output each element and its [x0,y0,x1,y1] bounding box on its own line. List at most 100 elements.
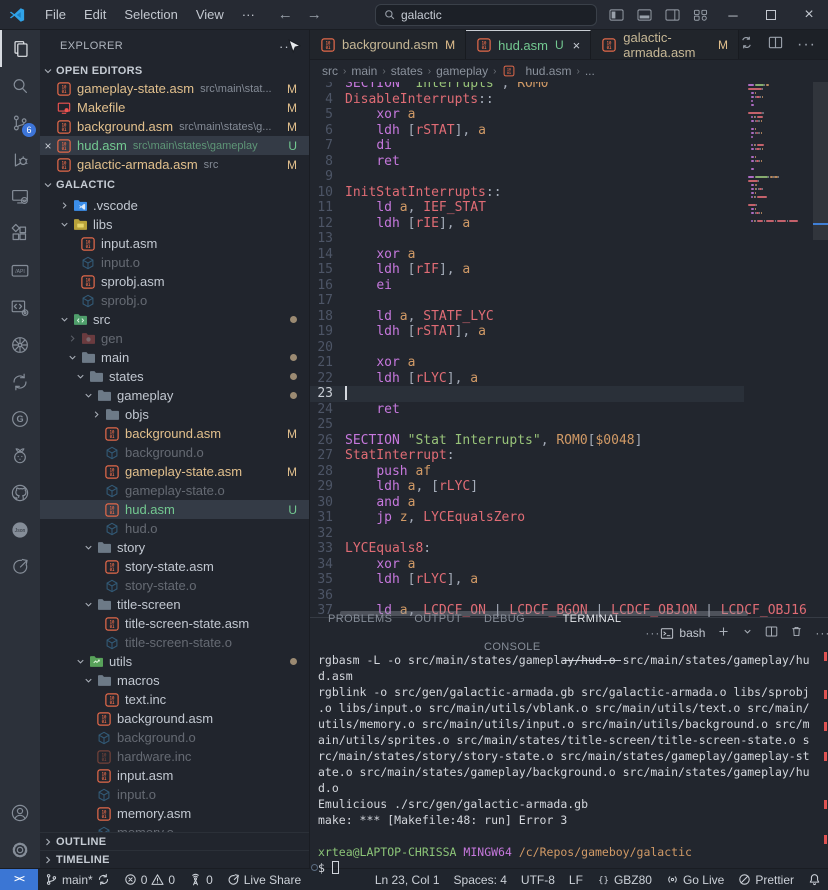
tree-folder-item[interactable]: utils [40,652,309,671]
activity-kubernetes-icon[interactable] [0,326,40,363]
code-editor[interactable]: 3SECTION "Interrupts", ROM04DisableInter… [310,82,828,617]
breadcrumb-item[interactable]: gameplay [436,64,488,78]
tree-file-item[interactable]: story-state.o [40,576,309,595]
tree-file-item[interactable]: 1001input.asm [40,234,309,253]
tree-file-item[interactable]: 1001title-screen-state.asm [40,614,309,633]
open-editor-item[interactable]: ×1001hud.asmsrc\main\states\gameplayU [40,136,309,155]
activity-run-debug-icon[interactable] [0,141,40,178]
menu-edit[interactable]: Edit [75,0,115,30]
tree-folder-item[interactable]: gameplay [40,386,309,405]
close-editor-icon[interactable]: × [40,139,56,153]
breadcrumb-item[interactable]: hud.asm [525,64,571,78]
activity-json-icon[interactable]: Json [0,511,40,548]
terminal-input-line[interactable]: $ [318,860,828,876]
remote-indicator[interactable]: >< [0,869,38,890]
activity-remote-explorer-icon[interactable] [0,178,40,215]
activity-live-share-icon[interactable] [0,548,40,585]
activity-berry-icon[interactable] [0,437,40,474]
activity-source-control-icon[interactable]: 6 [0,104,40,141]
open-editor-item[interactable]: 1001background.asmsrc\main\states\g...M [40,117,309,136]
menu-selection[interactable]: Selection [115,0,186,30]
tree-folder-item[interactable]: story [40,538,309,557]
activity-explorer-icon[interactable] [0,30,40,67]
tree-file-item[interactable]: 1001hardware.inc [40,747,309,766]
tree-folder-item[interactable]: libs [40,215,309,234]
tree-folder-item[interactable]: .vscode [40,196,309,215]
editor-more-actions-icon[interactable]: ··· [797,36,816,54]
tree-file-item[interactable]: input.o [40,785,309,804]
open-editors-header[interactable]: OPEN EDITORS [40,62,309,79]
status-live-share[interactable]: Live Share [220,869,308,890]
minimap[interactable] [748,84,812,224]
activity-github-icon[interactable] [0,474,40,511]
terminal-shell-item[interactable]: bash [660,626,705,640]
tree-file-item[interactable]: background.o [40,728,309,747]
customize-layout-icon[interactable] [686,0,714,30]
tree-file-item[interactable]: gameplay-state.o [40,481,309,500]
activity-code-gear-icon[interactable] [0,289,40,326]
new-terminal-icon[interactable] [717,625,730,641]
open-changes-icon[interactable] [739,35,754,55]
tree-file-item[interactable]: 1001hud.asmU [40,500,309,519]
close-button[interactable]: × [790,0,828,30]
open-editor-item[interactable]: 1001gameplay-state.asmsrc\main\stat...M [40,79,309,98]
status-main-[interactable]: main* [38,869,117,890]
menu-view[interactable]: View [187,0,233,30]
activity-sync-icon[interactable] [0,363,40,400]
outline-header[interactable]: OUTLINE [40,832,309,850]
kill-terminal-icon[interactable] [790,625,803,641]
breadcrumb-item[interactable]: src [322,64,338,78]
toggle-sidebar-icon[interactable] [602,0,630,30]
split-terminal-icon[interactable] [765,625,778,641]
tree-file-item[interactable]: 1001text.inc [40,690,309,709]
editor-tab[interactable]: 1001background.asmM [310,30,466,59]
tree-file-item[interactable]: 1001background.asm [40,709,309,728]
command-center-search[interactable]: galactic [375,4,597,26]
toggle-panel-icon[interactable] [630,0,658,30]
overview-ruler[interactable] [813,82,828,617]
tree-file-item[interactable]: title-screen-state.o [40,633,309,652]
tree-folder-item[interactable]: macros [40,671,309,690]
breadcrumb-item[interactable]: states [391,64,423,78]
close-tab-icon[interactable]: × [573,38,581,53]
tree-file-item[interactable]: hud.o [40,519,309,538]
tree-file-item[interactable]: background.o [40,443,309,462]
command-decoration-icon[interactable] [311,864,318,871]
panel-more-actions-icon[interactable]: ··· [815,626,828,640]
editor-tab[interactable]: 1001galactic-armada.asmM [591,30,739,59]
activity-search-icon[interactable] [0,67,40,104]
nav-forward-icon[interactable]: → [307,6,322,23]
activity-account-icon[interactable] [0,794,40,831]
tree-file-item[interactable]: 1001memory.asm [40,804,309,823]
terminal-dropdown-icon[interactable] [742,626,753,640]
nav-back-icon[interactable]: ← [278,6,293,23]
tree-folder-item[interactable]: objs [40,405,309,424]
breadcrumb-item[interactable]: ... [585,64,595,78]
tree-file-item[interactable]: 1001background.asmM [40,424,309,443]
status-0[interactable]: 00 [117,869,182,890]
tree-file-item[interactable]: 1001input.asm [40,766,309,785]
menu-moremoremore[interactable]: ··· [233,0,264,30]
tree-file-item[interactable]: 1001story-state.asm [40,557,309,576]
toggle-secondary-sidebar-icon[interactable] [658,0,686,30]
tree-folder-item[interactable]: main [40,348,309,367]
maximize-button[interactable] [752,0,790,30]
tree-folder-item[interactable]: title-screen [40,595,309,614]
minimize-button[interactable]: ─ [714,0,752,30]
activity-rest-api-icon[interactable]: /API [0,252,40,289]
activity-settings-icon[interactable] [0,831,40,868]
menu-file[interactable]: File [36,0,75,30]
activity-gitlens-icon[interactable]: G [0,400,40,437]
tree-file-item[interactable]: input.o [40,253,309,272]
tree-folder-item[interactable]: gen [40,329,309,348]
tree-folder-item[interactable]: states [40,367,309,386]
editor-tab[interactable]: 1001hud.asmU× [466,30,591,59]
tree-file-item[interactable]: sprobj.o [40,291,309,310]
terminal[interactable]: rgbasm -L -o src/main/states/gameplay/hu… [310,648,828,876]
tree-file-item[interactable]: 1001gameplay-state.asmM [40,462,309,481]
split-editor-icon[interactable] [768,35,783,55]
tree-file-item[interactable]: 1001sprobj.asm [40,272,309,291]
open-editor-item[interactable]: MakefileM [40,98,309,117]
status-0[interactable]: 0 [182,869,220,890]
project-header[interactable]: GALACTIC [40,174,309,196]
